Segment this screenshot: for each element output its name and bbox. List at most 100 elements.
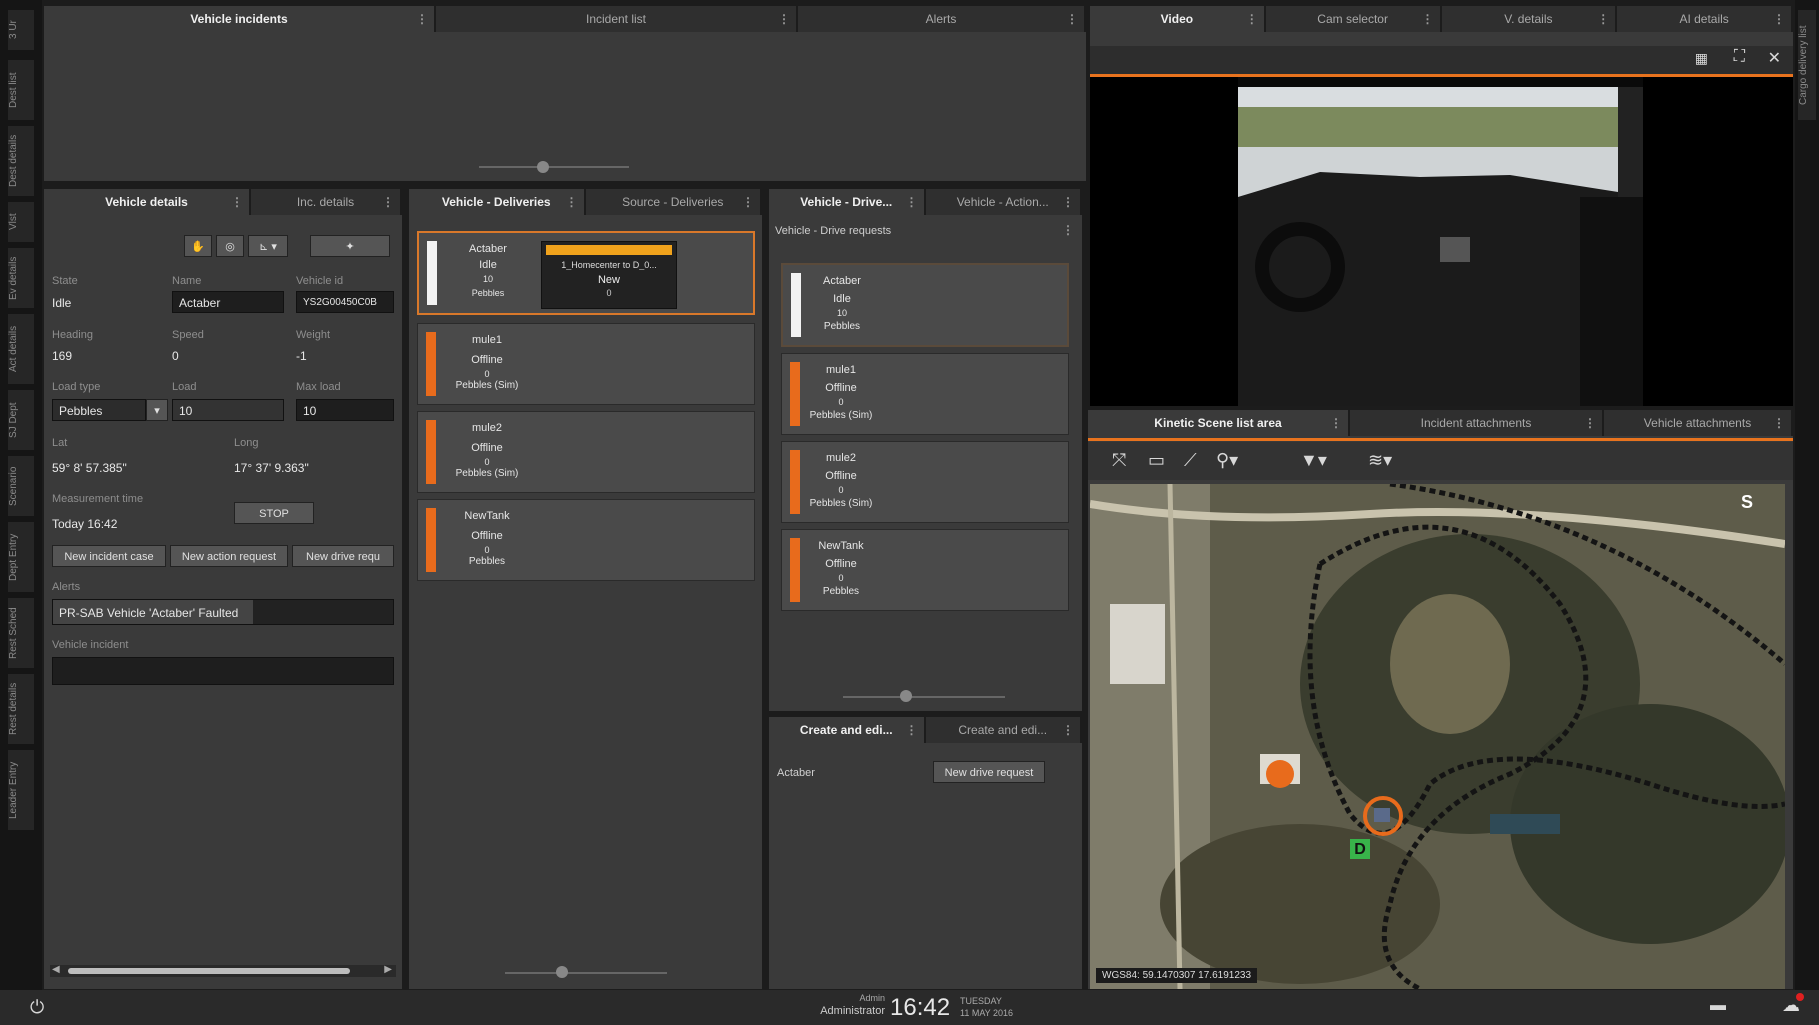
scroll-left-icon[interactable]: ◀ <box>52 964 60 975</box>
expand-icon[interactable]: ⤧ <box>1112 450 1126 471</box>
tab-menu-icon[interactable]: ⋮ <box>1062 717 1074 743</box>
alert-item[interactable]: PR-SAB Vehicle 'Actaber' Faulted <box>53 600 253 624</box>
tab-vehicle-deliveries[interactable]: Vehicle - Deliveries ⋮ <box>409 189 586 215</box>
tab-v-details[interactable]: V. details ⋮ <box>1441 6 1618 32</box>
hand-icon[interactable]: ✋ <box>184 235 212 257</box>
filter-dropdown-icon[interactable]: ▼▾ <box>1300 450 1327 471</box>
delivery-card-mule1[interactable]: mule1 Offline 0 Pebbles (Sim) <box>417 323 755 405</box>
scrollbar-thumb[interactable] <box>68 968 350 974</box>
rail-tab-2[interactable]: Dest list <box>8 60 34 120</box>
drive-splitter[interactable] <box>843 696 1005 698</box>
tab-inc-details[interactable]: Inc. details ⋮ <box>251 189 402 215</box>
power-icon[interactable]: ⏻ <box>30 997 44 1018</box>
satellite-map[interactable]: D S WGS84: 59.1470307 17.6191233 <box>1090 484 1785 989</box>
rail-tab-10[interactable]: Rest Sched <box>8 598 34 668</box>
tab-incident-list[interactable]: Incident list ⋮ <box>436 6 798 32</box>
rail-tab-4[interactable]: Vlst <box>8 202 34 242</box>
video-viewport[interactable] <box>1090 77 1793 406</box>
new-drive-request-button[interactable]: New drive requ <box>292 545 394 567</box>
stop-button[interactable]: STOP <box>234 502 314 524</box>
tab-source-deliveries[interactable]: Source - Deliveries ⋮ <box>585 189 762 215</box>
grid-icon[interactable]: ▦ <box>1695 50 1708 67</box>
load-type-select[interactable]: Pebbles <box>52 399 146 421</box>
rail-tab-6[interactable]: Act details <box>8 314 34 384</box>
new-drive-request-button[interactable]: New drive request <box>933 761 1045 783</box>
drive-card-actaber[interactable]: Actaber Idle 10 Pebbles <box>781 263 1069 347</box>
scroll-right-icon[interactable]: ▶ <box>384 964 392 975</box>
rail-tab-11[interactable]: Rest details <box>8 674 34 744</box>
tab-menu-icon[interactable]: ⋮ <box>1062 189 1074 215</box>
tab-menu-icon[interactable]: ⋮ <box>906 189 918 215</box>
tab-menu-icon[interactable]: ⋮ <box>231 189 243 215</box>
header-menu-icon[interactable]: ⋮ <box>1062 223 1074 237</box>
max-load-field[interactable]: 10 <box>296 399 394 421</box>
tab-video[interactable]: Video ⋮ <box>1090 6 1266 32</box>
tab-menu-icon[interactable]: ⋮ <box>742 189 754 215</box>
compass-icon[interactable]: S <box>1741 492 1771 514</box>
tab-ai-details[interactable]: AI details ⋮ <box>1617 6 1793 32</box>
screen-icon[interactable]: ▭ <box>1148 450 1165 471</box>
deliveries-splitter[interactable] <box>505 972 667 974</box>
tab-incident-attachments[interactable]: Incident attachments ⋮ <box>1350 410 1604 436</box>
tab-menu-icon[interactable]: ⋮ <box>778 6 790 32</box>
tab-create-edit-2[interactable]: Create and edi... ⋮ <box>925 717 1082 743</box>
tab-menu-icon[interactable]: ⋮ <box>1330 410 1342 436</box>
incidents-splitter-handle[interactable] <box>537 161 549 173</box>
rail-tab-1[interactable]: 3 Ur <box>8 10 34 50</box>
fullscreen-icon[interactable]: ⛶ <box>1734 48 1745 66</box>
rail-tab-3[interactable]: Dest details <box>8 126 34 196</box>
tab-vehicle-action[interactable]: Vehicle - Action... ⋮ <box>925 189 1082 215</box>
tab-menu-icon[interactable]: ⋮ <box>1597 6 1609 32</box>
layers-dropdown-icon[interactable]: ≋▾ <box>1368 450 1392 471</box>
tab-vehicle-drive[interactable]: Vehicle - Drive... ⋮ <box>769 189 926 215</box>
horizontal-scrollbar[interactable]: ◀ ▶ <box>50 964 396 977</box>
navigate-icon[interactable]: ✦ <box>310 235 390 257</box>
delivery-card-mule2[interactable]: mule2 Offline 0 Pebbles (Sim) <box>417 411 755 493</box>
tab-menu-icon[interactable]: ⋮ <box>566 189 578 215</box>
tab-menu-icon[interactable]: ⋮ <box>416 6 428 32</box>
tab-vehicle-details[interactable]: Vehicle details ⋮ <box>44 189 251 215</box>
tab-menu-icon[interactable]: ⋮ <box>1066 6 1078 32</box>
tab-menu-icon[interactable]: ⋮ <box>382 189 394 215</box>
tab-menu-icon[interactable]: ⋮ <box>1584 410 1596 436</box>
deliveries-splitter-handle[interactable] <box>556 966 568 978</box>
tab-menu-icon[interactable]: ⋮ <box>906 717 918 743</box>
route-dropdown-icon[interactable]: ⊾ ▾ <box>248 235 288 257</box>
rail-tab-12[interactable]: Leader Entry <box>8 750 34 830</box>
pin-dropdown-icon[interactable]: ⚲▾ <box>1216 450 1238 471</box>
rail-tab-9[interactable]: Dept Entry <box>8 522 34 592</box>
tab-scene-list-area[interactable]: Kinetic Scene list area ⋮ <box>1088 410 1350 436</box>
drive-splitter-handle[interactable] <box>900 690 912 702</box>
drive-card-mule2[interactable]: mule2 Offline 0 Pebbles (Sim) <box>781 441 1069 523</box>
tab-menu-icon[interactable]: ⋮ <box>1773 410 1785 436</box>
tab-menu-icon[interactable]: ⋮ <box>1773 6 1785 32</box>
tab-vehicle-attachments[interactable]: Vehicle attachments ⋮ <box>1604 410 1793 436</box>
delivery-order-card[interactable]: 1_Homecenter to D_0... New 0 <box>541 241 677 309</box>
tab-create-edit-1[interactable]: Create and edi... ⋮ <box>769 717 926 743</box>
drive-card-mule1[interactable]: mule1 Offline 0 Pebbles (Sim) <box>781 353 1069 435</box>
rail-tab-7[interactable]: SJ Dept <box>8 390 34 450</box>
name-field[interactable]: Actaber <box>172 291 284 313</box>
delivery-card-newtank[interactable]: NewTank Offline 0 Pebbles <box>417 499 755 581</box>
vehicle-incident-field[interactable] <box>52 657 394 685</box>
tab-cam-selector[interactable]: Cam selector ⋮ <box>1265 6 1442 32</box>
tab-vehicle-incidents[interactable]: Vehicle incidents ⋮ <box>44 6 436 32</box>
incidents-splitter[interactable] <box>479 166 629 168</box>
tab-menu-icon[interactable]: ⋮ <box>1422 6 1434 32</box>
new-incident-button[interactable]: New incident case <box>52 545 166 567</box>
new-action-request-button[interactable]: New action request <box>170 545 288 567</box>
rail-tab-cargo[interactable]: Cargo delivery list <box>1798 10 1816 120</box>
chat-icon[interactable]: ▬ <box>1710 997 1726 1015</box>
chart-icon[interactable]: ⟋ <box>1184 450 1197 471</box>
tab-menu-icon[interactable]: ⋮ <box>1246 6 1258 32</box>
close-icon[interactable]: ✕ <box>1768 48 1781 68</box>
target-icon[interactable]: ◎ <box>216 235 244 257</box>
tab-alerts[interactable]: Alerts ⋮ <box>798 6 1086 32</box>
drive-card-newtank[interactable]: NewTank Offline 0 Pebbles <box>781 529 1069 611</box>
rail-tab-5[interactable]: Ev details <box>8 248 34 308</box>
rail-tab-8[interactable]: Scenario <box>8 456 34 516</box>
chevron-down-icon[interactable]: ▾ <box>146 399 168 421</box>
vehicle-id-field[interactable]: YS2G00450C0B <box>296 291 394 313</box>
load-field[interactable]: 10 <box>172 399 284 421</box>
delivery-card-actaber[interactable]: Actaber Idle 10 Pebbles 1_Homecenter to … <box>417 231 755 315</box>
